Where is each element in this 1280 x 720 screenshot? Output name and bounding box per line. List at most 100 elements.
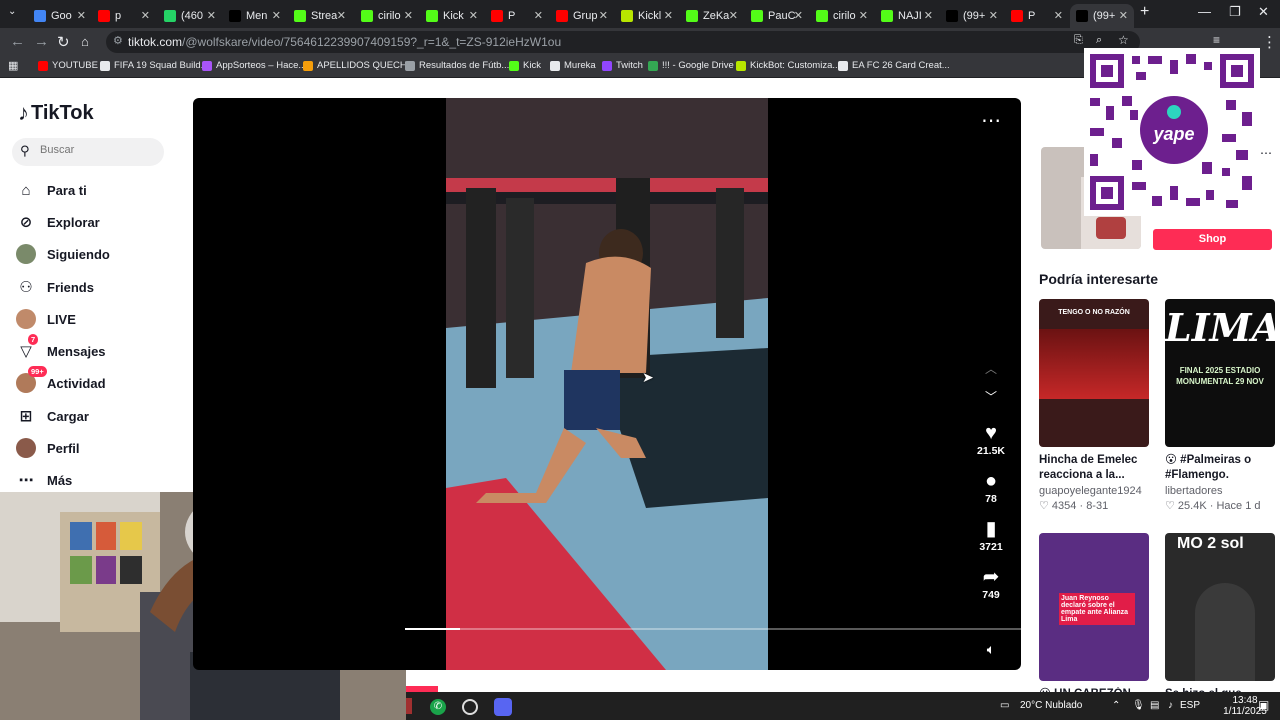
bookmark-star-icon[interactable]: ☆ <box>1118 33 1129 47</box>
bookmark-item[interactable]: Kick <box>509 60 541 71</box>
browser-tab[interactable]: cirilo ✕ <box>355 4 419 28</box>
card-more-icon[interactable]: ⋯ <box>1260 146 1272 160</box>
more-options-icon[interactable]: ⋯ <box>971 108 1011 133</box>
tab-close-icon[interactable]: ✕ <box>77 9 86 22</box>
site-info-icon[interactable]: ⚙ <box>113 34 123 47</box>
next-video-icon[interactable]: ﹀ <box>971 388 1011 405</box>
browser-tab[interactable]: P ✕ <box>1005 4 1069 28</box>
sidebar-item-mensajes[interactable]: ▽ 7 Mensajes <box>16 334 106 363</box>
bookmark-item[interactable]: KickBot: Customiza... <box>736 60 840 71</box>
browser-tab[interactable]: PauC ✕ <box>745 4 809 28</box>
browser-tab[interactable]: (99+ ✕ <box>940 4 1004 28</box>
video-thumbnail[interactable]: Juan Reynoso declaró sobre el empate ant… <box>1039 533 1149 681</box>
close-window-button[interactable]: ✕ <box>1258 4 1269 20</box>
sidebar-item-actividad[interactable]: 99+ Actividad <box>16 366 106 395</box>
browser-tab[interactable]: p ✕ <box>92 4 156 28</box>
bookmark-item[interactable]: FIFA 19 Squad Build... <box>100 60 209 71</box>
browser-tab[interactable]: (99+ ✕ <box>1070 4 1134 28</box>
bookmark-item[interactable]: APELLIDOS QUECH... <box>303 60 415 71</box>
video-title[interactable]: 😮 #Palmeiras o #Flamengo. ¿Quién... <box>1165 453 1275 483</box>
reload-icon[interactable]: ↻ <box>57 33 70 51</box>
volume-icon[interactable]: 🔈︎ <box>971 641 1011 658</box>
address-bar[interactable]: ⚙ tiktok.com/@wolfskare/video/7564612239… <box>106 31 1140 53</box>
video-progress-bar[interactable] <box>405 628 1021 630</box>
forward-icon[interactable]: → <box>34 33 49 50</box>
sidebar-item-live[interactable]: LIVE <box>16 307 76 331</box>
bookmark-item[interactable]: Resultados de Fútb... <box>405 60 509 71</box>
whatsapp-taskbar-icon[interactable]: ✆ <box>430 699 446 715</box>
tab-close-icon[interactable]: ✕ <box>1119 9 1128 22</box>
network-icon[interactable]: ▤ <box>1150 700 1159 711</box>
video-thumbnail[interactable]: TENGO O NO RAZÓN <box>1039 299 1149 447</box>
sidebar-item-para-ti[interactable]: ⌂ Para ti <box>16 178 86 202</box>
browser-tab[interactable]: NAJI ✕ <box>875 4 939 28</box>
recommended-video-card[interactable]: TENGO O NO RAZÓN Hincha de Emelec reaccio… <box>1039 299 1149 512</box>
tab-close-icon[interactable]: ✕ <box>534 9 543 22</box>
tab-close-icon[interactable]: ✕ <box>469 9 478 22</box>
tab-close-icon[interactable]: ✕ <box>859 9 868 22</box>
save-button[interactable]: ▮ 3721 <box>971 518 1011 553</box>
discord-taskbar-icon[interactable] <box>494 698 512 716</box>
recommended-video-card[interactable]: Juan Reynoso declaró sobre el empate ant… <box>1039 533 1149 717</box>
weather-text[interactable]: 20°C Nublado <box>1020 700 1082 711</box>
bookmark-item[interactable]: Mureka <box>550 60 596 71</box>
tray-up-icon[interactable]: ⌃ <box>1112 700 1120 711</box>
browser-tab[interactable]: Kick ✕ <box>420 4 484 28</box>
browser-menu-icon[interactable]: ⋮ <box>1262 33 1277 51</box>
back-icon[interactable]: ← <box>10 33 25 50</box>
like-button[interactable]: ♥ 21.5K <box>971 422 1011 457</box>
zoom-icon[interactable]: ⌕ <box>1096 34 1102 47</box>
bookmark-item[interactable]: AppSorteos – Hace... <box>202 60 306 71</box>
share-button[interactable]: ➦ 749 <box>971 566 1011 601</box>
browser-tab[interactable]: ZeKa ✕ <box>680 4 744 28</box>
bookmark-item[interactable]: EA FC 26 Card Creat... <box>838 60 950 71</box>
tiktok-logo[interactable]: ♪ TikTok <box>18 100 94 126</box>
recommended-video-card[interactable]: LIMA FINAL 2025 ESTADIO MONUMENTAL 29 NOV… <box>1165 299 1275 512</box>
browser-tab[interactable]: Strea ✕ <box>288 4 352 28</box>
sidebar-item-m-s[interactable]: ⋯ Más <box>16 468 73 492</box>
browser-tab[interactable]: cirilo ✕ <box>810 4 874 28</box>
maximize-button[interactable]: ❐ <box>1229 4 1241 20</box>
browser-tab[interactable]: Goo ✕ <box>28 4 92 28</box>
video-author[interactable]: libertadores <box>1165 485 1275 497</box>
install-app-icon[interactable]: ⎘ <box>1074 34 1083 47</box>
tab-close-icon[interactable]: ✕ <box>207 9 216 22</box>
tab-search-icon[interactable]: ⌄ <box>8 6 16 17</box>
tab-close-icon[interactable]: ✕ <box>404 9 413 22</box>
search-box[interactable]: ⚲ <box>12 138 164 166</box>
browser-tab[interactable]: (460 ✕ <box>158 4 222 28</box>
video-thumbnail[interactable]: MO 2 sol <box>1165 533 1275 681</box>
home-icon[interactable]: ⌂ <box>81 34 89 49</box>
bookmark-item[interactable]: !!! - Google Drive <box>648 60 734 71</box>
sidebar-item-perfil[interactable]: Perfil <box>16 436 80 460</box>
tab-close-icon[interactable]: ✕ <box>729 9 738 22</box>
sidebar-item-cargar[interactable]: ⊞ Cargar <box>16 404 89 428</box>
video-player[interactable]: ⋯ ︿ ﹀ ♥ 21.5K ● 78 ▮ 3721 ➦ 749 🔈︎ <box>193 98 1021 670</box>
language-indicator[interactable]: ESP <box>1180 700 1200 711</box>
previous-video-icon[interactable]: ︿ <box>971 360 1011 377</box>
search-input[interactable] <box>40 144 160 156</box>
tab-close-icon[interactable]: ✕ <box>599 9 608 22</box>
speaker-icon[interactable]: ♪ <box>1168 700 1173 711</box>
taskbar-app-icon[interactable] <box>406 698 412 714</box>
sidebar-item-explorar[interactable]: ⊘ Explorar <box>16 210 100 234</box>
browser-tab[interactable]: Grup ✕ <box>550 4 614 28</box>
bookmark-item[interactable]: Twitch <box>602 60 643 71</box>
apps-grid-icon[interactable]: ▦ <box>8 59 18 72</box>
obs-taskbar-icon[interactable] <box>462 699 478 715</box>
browser-tab[interactable]: Kickl ✕ <box>615 4 679 28</box>
tab-close-icon[interactable]: ✕ <box>141 9 150 22</box>
browser-tab[interactable]: P ✕ <box>485 4 549 28</box>
recommended-video-card[interactable]: MO 2 solSe hizo el que... <box>1165 533 1275 717</box>
video-author[interactable]: guapoyelegante1924 <box>1039 485 1149 497</box>
tab-close-icon[interactable]: ✕ <box>272 9 281 22</box>
microphone-icon[interactable]: 🎙︎ <box>1132 700 1145 711</box>
weather-icon[interactable]: ▭ <box>1000 700 1009 711</box>
tab-close-icon[interactable]: ✕ <box>924 9 933 22</box>
video-title[interactable]: Hincha de Emelec reacciona a la... <box>1039 453 1149 483</box>
bookmark-item[interactable]: YOUTUBE <box>38 60 98 71</box>
sidebar-item-friends[interactable]: ⚇ Friends <box>16 275 94 299</box>
tab-close-icon[interactable]: ✕ <box>989 9 998 22</box>
comment-button[interactable]: ● 78 <box>971 470 1011 505</box>
tab-close-icon[interactable]: ✕ <box>664 9 673 22</box>
